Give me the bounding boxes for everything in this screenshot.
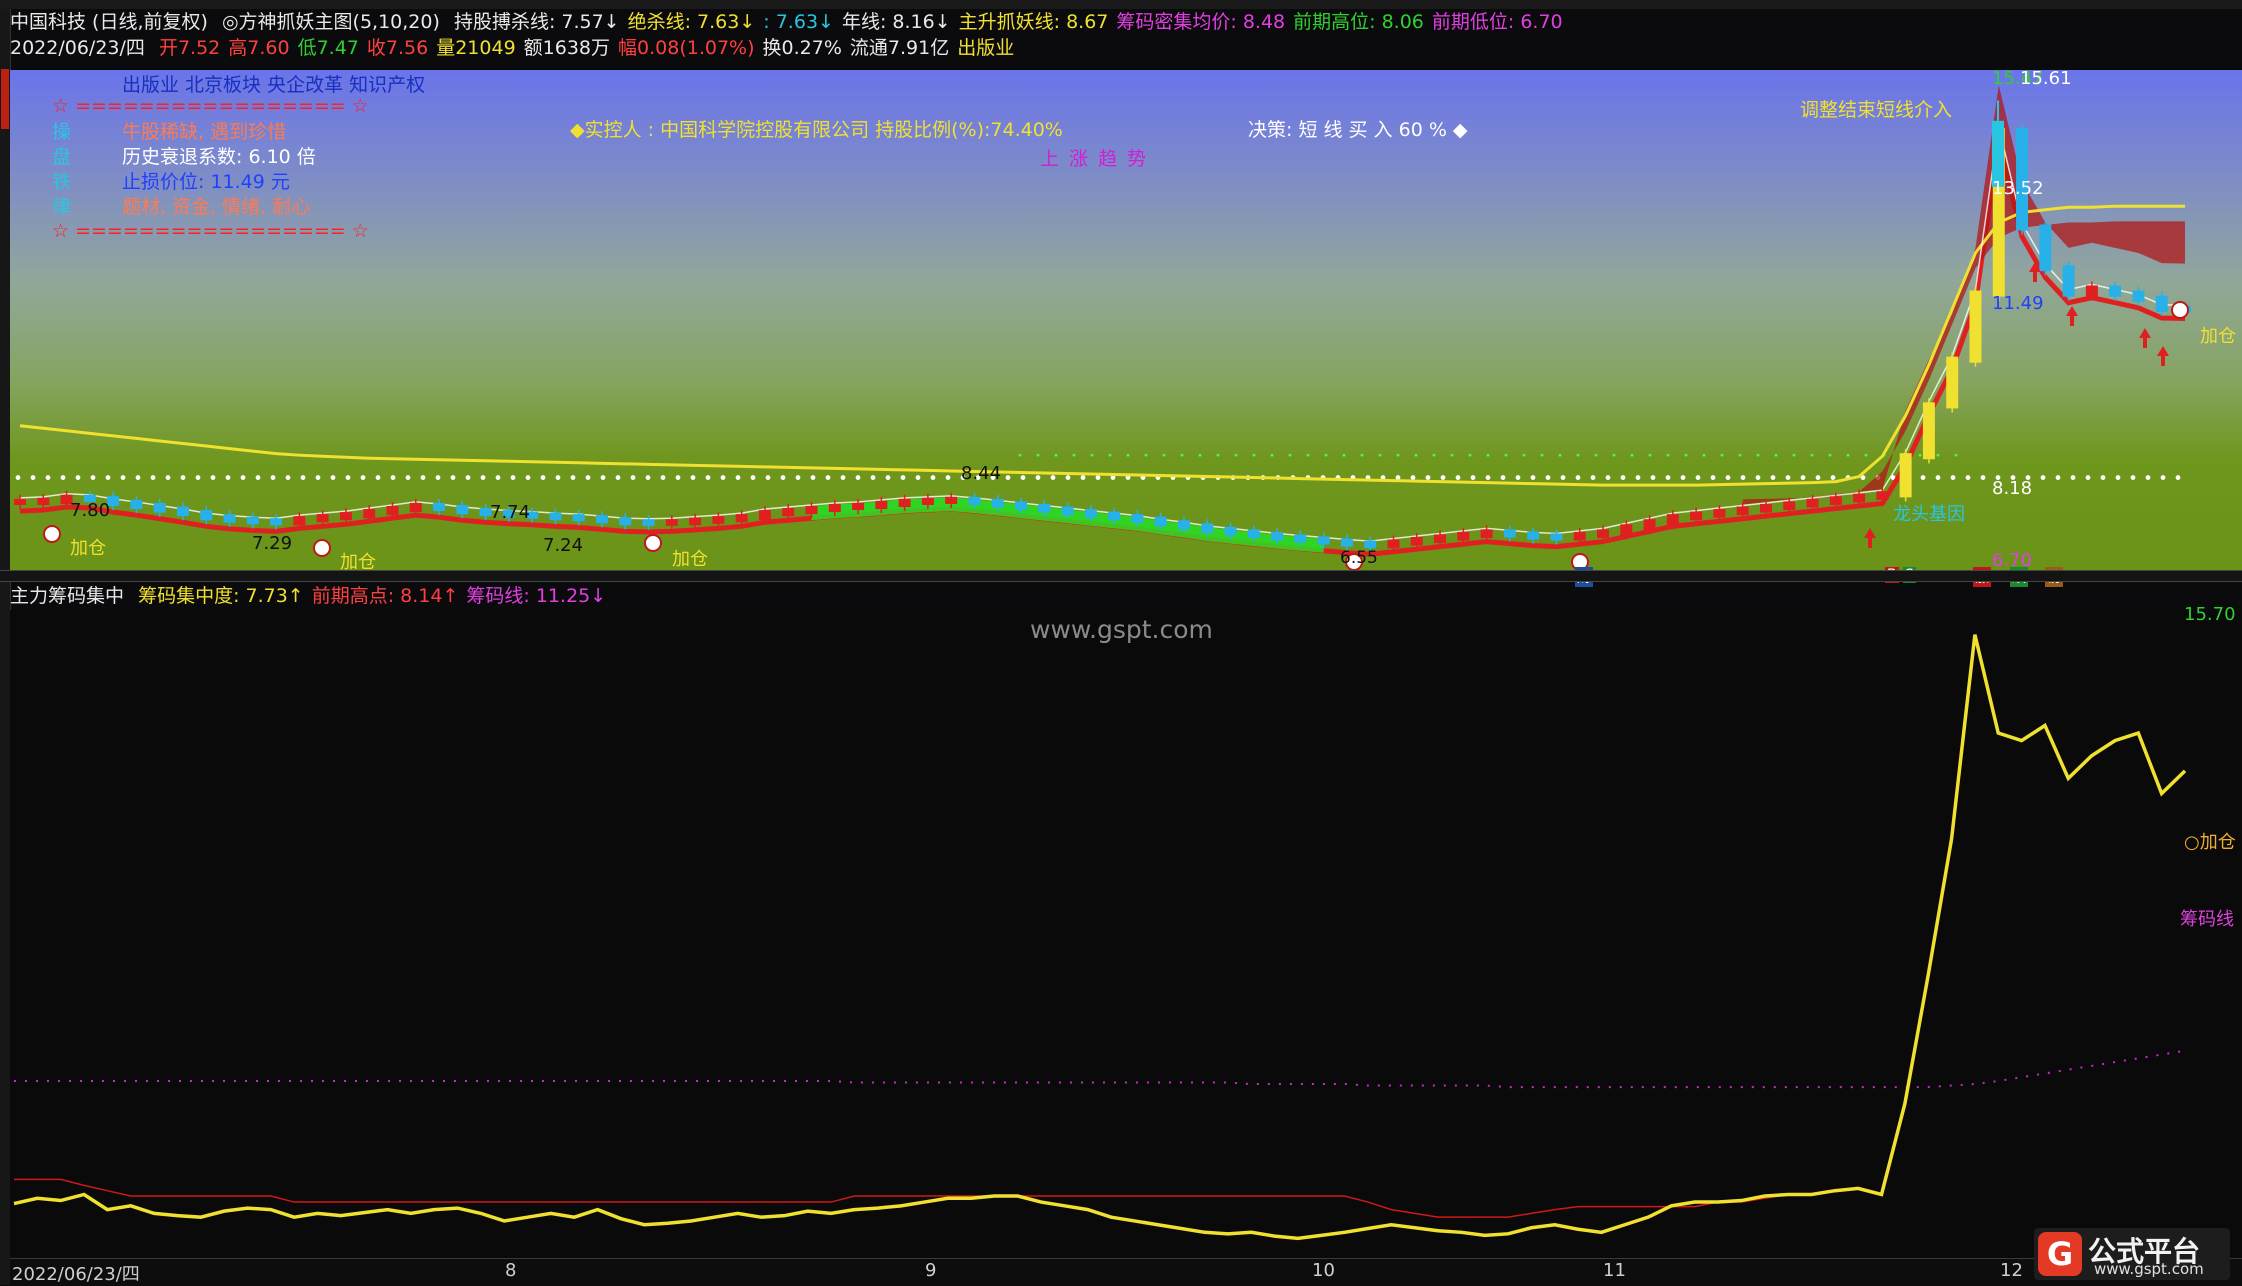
axis-month-9: 9 [925,1260,937,1281]
sub-chip-label: 筹码线 [2180,909,2234,930]
axis-month-8: 8 [505,1260,517,1281]
logo-url: www.gspt.com [2094,1260,2204,1278]
chip-line [14,1049,2186,1089]
sub-add-label: ○加仓 [2184,832,2236,853]
chip-concentration-line [13,634,2187,1241]
logo-g-icon: G [2038,1232,2082,1276]
axis-month-11: 11 [1603,1260,1626,1281]
time-axis[interactable] [10,1258,2242,1286]
previous-high-line [14,634,2186,1218]
axis-month-10: 10 [1312,1260,1335,1281]
axis-date: 2022/06/23/四 [12,1264,140,1285]
axis-month-12: 12 [2000,1260,2023,1281]
sub-axis-top: 15.70 [2184,604,2236,625]
gspt-logo: G 公式平台 www.gspt.com [2034,1228,2230,1280]
watermark-text: www.gspt.com [1030,615,1213,644]
